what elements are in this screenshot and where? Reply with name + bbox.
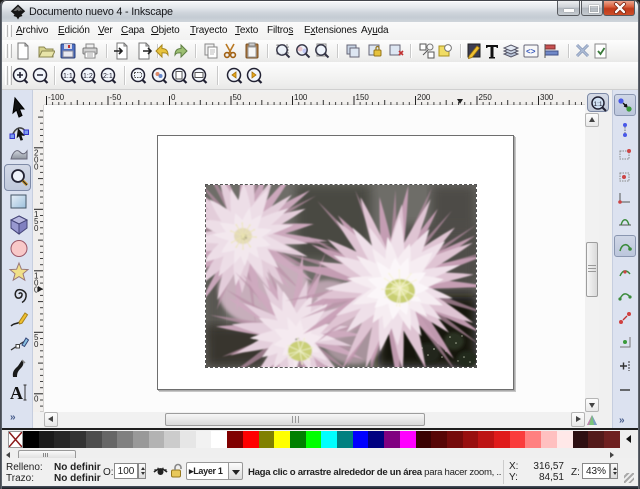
svg-text:150: 150 (356, 93, 370, 102)
svg-text:0: 0 (34, 162, 39, 171)
svg-text:1:2: 1:2 (83, 73, 93, 80)
svg-text:250: 250 (479, 93, 493, 102)
svg-text:-50: -50 (110, 93, 122, 102)
svg-text:0: 0 (171, 93, 176, 102)
svg-text:1:1: 1:1 (594, 101, 603, 108)
svg-text:200: 200 (417, 93, 431, 102)
svg-text:0: 0 (34, 224, 39, 233)
svg-text:2:1: 2:1 (103, 73, 113, 80)
svg-text:<>: <> (526, 48, 536, 57)
svg-text:0: 0 (34, 394, 39, 403)
svg-text:0: 0 (34, 340, 39, 349)
svg-text:300: 300 (540, 93, 554, 102)
svg-text:A: A (10, 383, 23, 403)
svg-text:100: 100 (294, 93, 308, 102)
svg-text:1:1: 1:1 (63, 73, 73, 80)
svg-text:50: 50 (233, 93, 242, 102)
svg-text:-100: -100 (48, 93, 65, 102)
